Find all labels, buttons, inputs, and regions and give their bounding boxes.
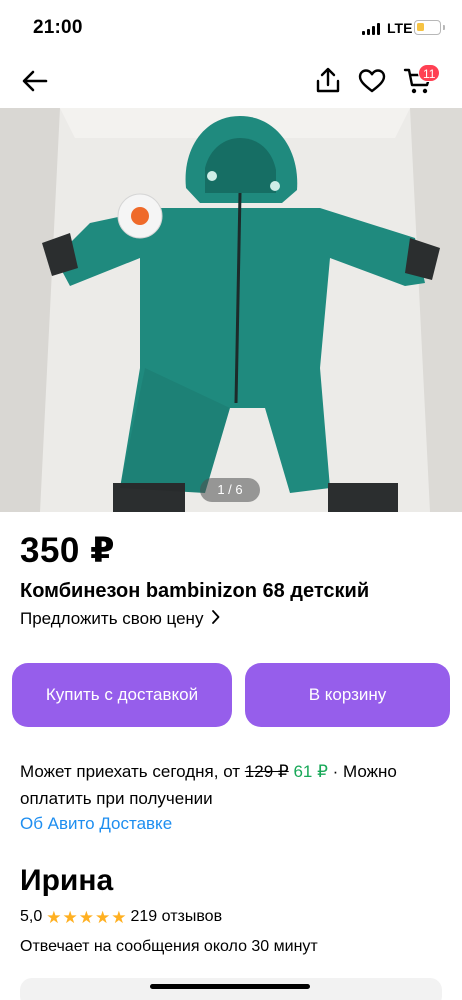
star-icon: ★ <box>95 907 111 927</box>
star-icon: ★ <box>46 907 62 927</box>
new-delivery-price: 61 ₽ <box>293 762 328 781</box>
battery-icon <box>414 20 441 35</box>
status-time: 21:00 <box>33 17 83 38</box>
bottom-card <box>20 978 442 1000</box>
status-bar: 21:00 LTE <box>0 0 462 56</box>
add-to-cart-button[interactable]: В корзину <box>245 663 450 727</box>
product-price: 350 ₽ <box>20 531 115 570</box>
reviews-count: 219 отзывов <box>130 908 223 925</box>
home-indicator <box>150 984 310 989</box>
star-icon: ★ <box>62 907 78 927</box>
photo-counter: 1 / 6 <box>200 478 260 502</box>
seller-rating[interactable]: 5,0 ★ ★ ★ ★ ★ 219 отзывов <box>20 908 222 926</box>
signal-icon <box>362 23 382 35</box>
back-arrow-icon[interactable] <box>18 64 52 98</box>
share-icon[interactable] <box>311 64 345 98</box>
star-icon: ★ <box>111 907 127 927</box>
product-photo-gallery[interactable] <box>0 108 462 512</box>
product-photo <box>0 108 462 512</box>
cart-count-badge: 11 <box>418 64 441 82</box>
chevron-right-icon <box>211 609 220 629</box>
offer-price-link[interactable]: Предложить свою цену <box>20 609 220 629</box>
avito-delivery-link[interactable]: Об Авито Доставке <box>20 814 172 834</box>
rating-value: 5,0 <box>20 908 43 925</box>
rating-stars: ★ ★ ★ ★ ★ <box>46 909 126 926</box>
buy-with-delivery-button[interactable]: Купить с доставкой <box>12 663 232 727</box>
network-label: LTE <box>387 20 413 36</box>
old-delivery-price: 129 ₽ <box>244 762 289 781</box>
star-icon: ★ <box>78 907 94 927</box>
nav-bar: 11 <box>0 56 462 108</box>
seller-name[interactable]: Ирина <box>20 864 113 898</box>
product-title: Комбинезон bambinizon 68 детский <box>20 580 370 602</box>
delivery-info: Может приехать сегодня, от 129 ₽ 61 ₽ · … <box>20 762 397 808</box>
offer-price-label: Предложить свою цену <box>20 609 204 628</box>
response-time: Отвечает на сообщения около 30 минут <box>20 938 318 955</box>
heart-icon[interactable] <box>355 64 389 98</box>
